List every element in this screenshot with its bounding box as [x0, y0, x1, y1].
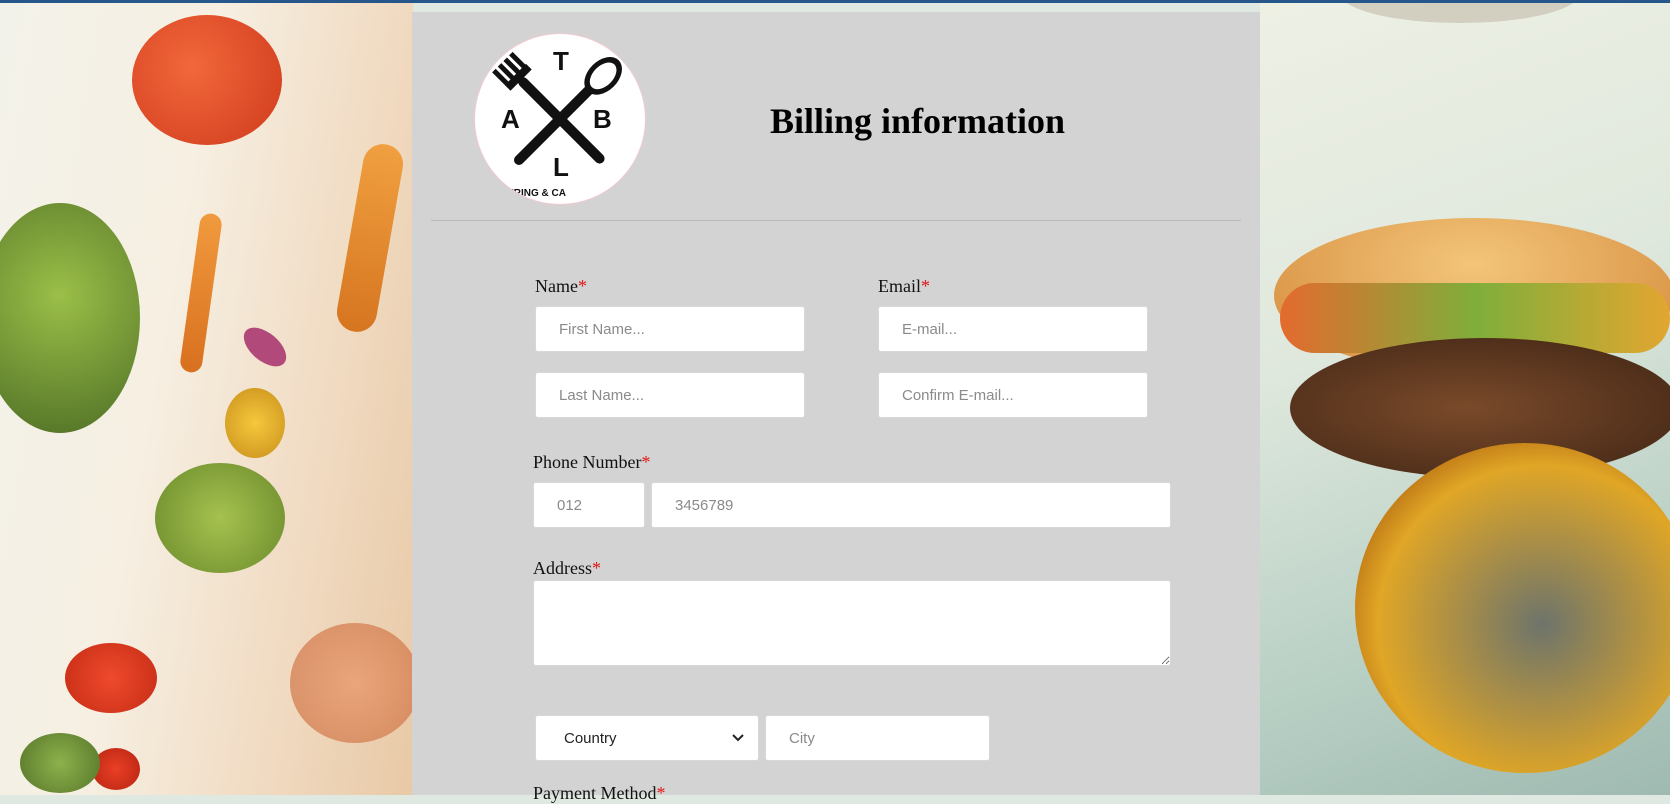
svg-text:A: A: [501, 104, 520, 134]
background-vegetables-illustration: [0, 3, 413, 795]
billing-form-card: T A B L TERING & CA Billing information …: [412, 12, 1260, 803]
chevron-down-icon: [730, 730, 746, 746]
last-name-input[interactable]: [535, 372, 805, 418]
address-label-text: Address: [533, 558, 592, 578]
phone-label: Phone Number*: [533, 452, 650, 473]
svg-text:T: T: [553, 46, 569, 76]
required-asterisk: *: [921, 276, 930, 296]
svg-text:TERING & CA: TERING & CA: [501, 188, 566, 199]
address-label: Address*: [533, 558, 601, 579]
email-label-text: Email: [878, 276, 921, 296]
required-asterisk: *: [656, 783, 666, 803]
country-select-value: Country: [564, 729, 617, 747]
payment-method-label-text: Payment Method: [533, 783, 657, 803]
header-divider: [431, 220, 1241, 221]
first-name-input[interactable]: [535, 306, 805, 352]
email-input[interactable]: [878, 306, 1148, 352]
phone-number-input[interactable]: [651, 482, 1171, 528]
confirm-email-input[interactable]: [878, 372, 1148, 418]
catering-logo: T A B L TERING & CA: [474, 33, 646, 205]
name-label-text: Name: [535, 276, 578, 296]
payment-method-label: Payment Method*: [533, 783, 666, 804]
email-label: Email*: [878, 276, 930, 297]
required-asterisk: *: [641, 452, 651, 472]
country-select[interactable]: Country: [535, 715, 759, 761]
svg-text:L: L: [553, 152, 569, 182]
address-textarea[interactable]: [533, 580, 1171, 666]
background-burger-illustration: [1260, 3, 1670, 795]
required-asterisk: *: [592, 558, 601, 578]
phone-label-text: Phone Number: [533, 452, 642, 472]
name-label: Name*: [535, 276, 587, 297]
svg-text:B: B: [593, 104, 612, 134]
required-asterisk: *: [577, 276, 587, 296]
phone-prefix-input[interactable]: [533, 482, 645, 528]
city-input[interactable]: [765, 715, 990, 761]
page-title: Billing information: [770, 101, 1066, 141]
fork-spoon-cross-icon: T A B L TERING & CA: [492, 46, 622, 199]
